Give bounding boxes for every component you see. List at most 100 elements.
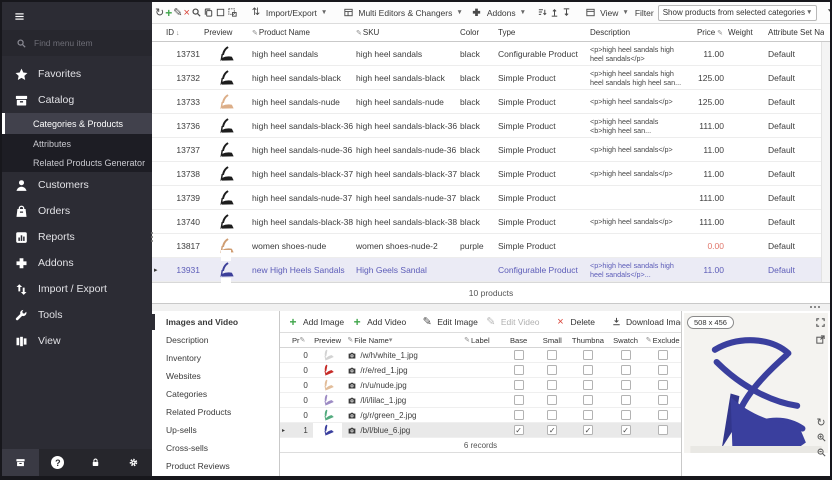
- sidebar-splitter[interactable]: [150, 232, 154, 248]
- sidebar-item-orders[interactable]: Orders: [2, 198, 152, 224]
- open-external-icon[interactable]: [814, 333, 826, 345]
- image-row[interactable]: ▸1/b/l/blue_6.jpg✓✓✓✓: [280, 423, 681, 438]
- column-header-thumbna[interactable]: Thumbna: [569, 336, 607, 345]
- tab-up-sells[interactable]: Up-sells: [152, 421, 279, 439]
- sidebar-search[interactable]: [2, 30, 152, 56]
- sidebar-item-favorites[interactable]: Favorites: [2, 61, 152, 87]
- menu-search-input[interactable]: [34, 38, 134, 48]
- image-row[interactable]: 0/w/h/white_1.jpg: [280, 348, 681, 363]
- exclude-checkbox[interactable]: [658, 425, 668, 435]
- product-row[interactable]: 13736high heel sandals-black-36high heel…: [152, 114, 830, 138]
- thumbnail-checkbox[interactable]: [583, 350, 593, 360]
- fullscreen-icon[interactable]: [814, 316, 826, 328]
- rotate-icon[interactable]: ↻: [815, 416, 827, 428]
- swatch-checkbox[interactable]: [621, 365, 631, 375]
- base-checkbox[interactable]: [514, 395, 524, 405]
- small-checkbox[interactable]: ✓: [547, 425, 557, 435]
- exclude-checkbox[interactable]: [658, 395, 668, 405]
- column-header-preview[interactable]: Preview: [202, 28, 250, 37]
- base-checkbox[interactable]: [514, 380, 524, 390]
- small-checkbox[interactable]: [547, 410, 557, 420]
- tab-websites[interactable]: Websites: [152, 367, 279, 385]
- multi-editors-dropdown[interactable]: Multi Editors & Changers▼: [338, 4, 465, 22]
- zoom-in-icon[interactable]: [815, 431, 827, 443]
- small-checkbox[interactable]: [547, 365, 557, 375]
- horizontal-splitter[interactable]: [152, 304, 830, 311]
- column-header-small[interactable]: Small: [535, 336, 569, 345]
- collapse-rows-button[interactable]: [561, 6, 572, 20]
- exclude-checkbox[interactable]: [658, 410, 668, 420]
- small-checkbox[interactable]: [547, 380, 557, 390]
- download-image-button[interactable]: Download Image: [607, 315, 692, 329]
- product-row[interactable]: 13817women shoes-nudewomen shoes-nude-2p…: [152, 234, 830, 258]
- column-header-color[interactable]: Color: [458, 28, 496, 37]
- tab-description[interactable]: Description: [152, 331, 279, 349]
- column-header-exclude[interactable]: ✎ Exclude: [644, 336, 681, 345]
- vertical-scrollbar[interactable]: [821, 42, 830, 282]
- edit-image-button[interactable]: ✎Edit Image: [418, 315, 480, 329]
- add-image-button[interactable]: +Add Image: [284, 315, 346, 329]
- swatch-checkbox[interactable]: ✓: [621, 425, 631, 435]
- import-export-dropdown[interactable]: ⇅ Import/Export▼: [246, 4, 330, 22]
- tab-inventory[interactable]: Inventory: [152, 349, 279, 367]
- view-dropdown[interactable]: View▼: [580, 4, 632, 22]
- column-header-id[interactable]: ID ↓: [164, 28, 202, 37]
- refresh-button[interactable]: ↻: [155, 6, 164, 20]
- column-header-product-name[interactable]: ✎Product Name: [250, 28, 354, 37]
- column-header-swatch[interactable]: Swatch: [607, 336, 645, 345]
- product-row[interactable]: 13731high heel sandalshigh heel sandalsb…: [152, 42, 830, 66]
- hamburger-menu-icon[interactable]: [12, 9, 26, 23]
- swatch-checkbox[interactable]: [621, 410, 631, 420]
- small-checkbox[interactable]: [547, 395, 557, 405]
- base-checkbox[interactable]: ✓: [514, 425, 524, 435]
- tab-categories[interactable]: Categories: [152, 385, 279, 403]
- tab-images-and-video[interactable]: Images and Video: [152, 313, 279, 331]
- image-row[interactable]: 0/l/i/lilac_1.jpg: [280, 393, 681, 408]
- filters-dropdown[interactable]: Filters▼: [821, 4, 832, 22]
- image-row[interactable]: 0/n/u/nude.jpg: [280, 378, 681, 393]
- image-row[interactable]: 0/g/r/green_2.jpg: [280, 408, 681, 423]
- column-header-attribute-set-name[interactable]: Attribute Set Name: [766, 28, 824, 37]
- sidebar-item-view[interactable]: View: [2, 328, 152, 354]
- filter-select[interactable]: Show products from selected categories ▼: [658, 5, 818, 21]
- swatch-checkbox[interactable]: [621, 395, 631, 405]
- product-row[interactable]: 13732high heel sandals-blackhigh heel sa…: [152, 66, 830, 90]
- edit-product-button[interactable]: ✎: [173, 6, 182, 20]
- lock-button[interactable]: [77, 449, 115, 476]
- select-button[interactable]: [215, 6, 226, 20]
- sidebar-item-addons[interactable]: Addons: [2, 250, 152, 276]
- exclude-checkbox[interactable]: [658, 380, 668, 390]
- product-row[interactable]: 13737high heel sandals-nude-36high heel …: [152, 138, 830, 162]
- settings-button[interactable]: [114, 449, 152, 476]
- tab-cross-sells[interactable]: Cross-sells: [152, 439, 279, 457]
- column-header-file-name[interactable]: ✎ File Name ▾: [345, 336, 462, 345]
- column-header-pr[interactable]: Pr ✎: [290, 336, 310, 345]
- base-checkbox[interactable]: [514, 365, 524, 375]
- thumbnail-checkbox[interactable]: [583, 380, 593, 390]
- column-header-preview[interactable]: Preview: [310, 336, 346, 345]
- small-checkbox[interactable]: [547, 350, 557, 360]
- copy-button[interactable]: [203, 6, 214, 20]
- product-row[interactable]: 13733high heel sandals-nudehigh heel san…: [152, 90, 830, 114]
- swatch-checkbox[interactable]: [621, 380, 631, 390]
- add-product-button[interactable]: +: [165, 6, 172, 20]
- delete-button[interactable]: ×Delete: [551, 315, 597, 329]
- paste-special-button[interactable]: [227, 6, 238, 20]
- help-button[interactable]: ?: [39, 449, 77, 476]
- swatch-checkbox[interactable]: [621, 350, 631, 360]
- column-header-label[interactable]: ✎ Label: [462, 336, 502, 345]
- thumbnail-checkbox[interactable]: [583, 395, 593, 405]
- base-checkbox[interactable]: [514, 350, 524, 360]
- zoom-out-icon[interactable]: [815, 446, 827, 458]
- sidebar-item-customers[interactable]: Customers: [2, 172, 152, 198]
- exclude-checkbox[interactable]: [658, 350, 668, 360]
- column-header-base[interactable]: Base: [502, 336, 536, 345]
- column-header-price[interactable]: Price ✎: [688, 28, 726, 37]
- sort-button[interactable]: [537, 6, 548, 20]
- image-row[interactable]: 0/r/e/red_1.jpg: [280, 363, 681, 378]
- thumbnail-checkbox[interactable]: ✓: [583, 425, 593, 435]
- thumbnail-checkbox[interactable]: [583, 365, 593, 375]
- sidebar-item-import-export[interactable]: Import / Export: [2, 276, 152, 302]
- tab-product-reviews[interactable]: Product Reviews: [152, 457, 279, 475]
- thumbnail-checkbox[interactable]: [583, 410, 593, 420]
